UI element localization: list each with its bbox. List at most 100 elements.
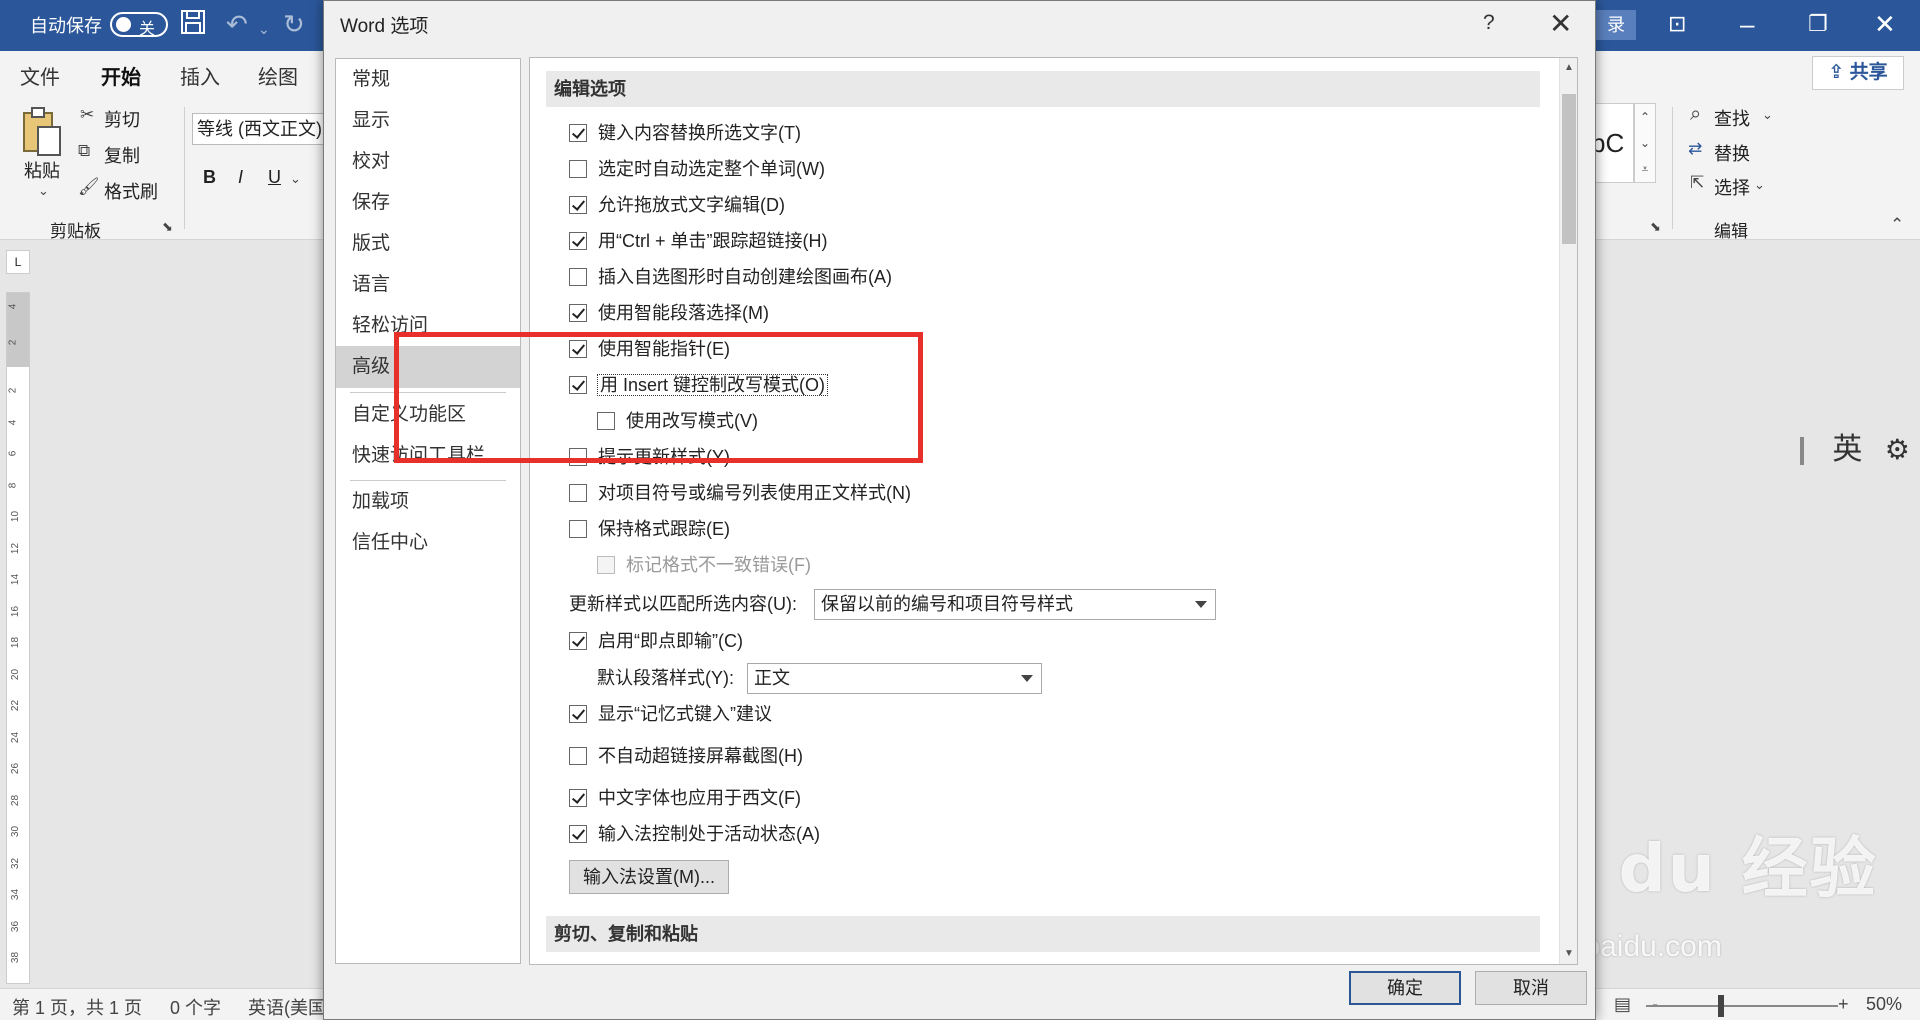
login-button[interactable]: 录 bbox=[1596, 10, 1636, 40]
format-painter-icon[interactable]: 🖌 bbox=[78, 177, 100, 197]
checkbox[interactable] bbox=[569, 340, 587, 358]
font-name-combo[interactable]: 等线 (西文正文) bbox=[192, 113, 324, 145]
underline-dropdown-icon[interactable]: ⌄ bbox=[290, 171, 301, 187]
checkbox[interactable] bbox=[569, 705, 587, 723]
ok-button[interactable]: 确定 bbox=[1349, 971, 1461, 1005]
checkbox[interactable] bbox=[569, 448, 587, 466]
option-keep-track-formatting[interactable]: 保持格式跟踪(E) bbox=[569, 515, 730, 543]
language-status[interactable]: 英语(美国 bbox=[248, 994, 326, 1020]
nav-item-typography[interactable]: 版式 bbox=[336, 223, 520, 265]
nav-item-save[interactable]: 保存 bbox=[336, 182, 520, 224]
tab-home[interactable]: 开始 bbox=[101, 61, 141, 98]
checkbox[interactable] bbox=[569, 160, 587, 178]
checkbox[interactable] bbox=[569, 747, 587, 765]
close-icon[interactable]: ✕ bbox=[1549, 7, 1572, 40]
option-insert-key-overtype[interactable]: 用 Insert 键控制改写模式(O) bbox=[569, 371, 829, 399]
options-scrollbar[interactable]: ▲ ▼ bbox=[1559, 58, 1577, 964]
option-normal-style-for-lists[interactable]: 对项目符号或编号列表使用正文样式(N) bbox=[569, 479, 911, 507]
checkbox[interactable] bbox=[569, 376, 587, 394]
select-dropdown-icon[interactable]: ⌄ bbox=[1754, 177, 1765, 193]
select-button[interactable]: 选择 bbox=[1714, 174, 1750, 200]
chevron-up-icon[interactable]: ⌃ bbox=[1635, 104, 1655, 130]
ribbon-display-icon[interactable]: ⊡ bbox=[1668, 9, 1686, 39]
undo-icon[interactable]: ↶ bbox=[226, 9, 248, 39]
nav-item-accessibility[interactable]: 轻松访问 bbox=[336, 305, 520, 347]
nav-item-language[interactable]: 语言 bbox=[336, 264, 520, 306]
checkbox[interactable] bbox=[569, 124, 587, 142]
copy-icon[interactable]: ⧉ bbox=[78, 141, 90, 161]
option-ime-control-active[interactable]: 输入法控制处于活动状态(A) bbox=[569, 820, 820, 848]
checkbox[interactable] bbox=[569, 632, 587, 650]
cancel-button[interactable]: 取消 bbox=[1475, 971, 1587, 1005]
option-auto-select-word[interactable]: 选定时自动选定整个单词(W) bbox=[569, 155, 825, 183]
checkbox[interactable] bbox=[569, 484, 587, 502]
replace-button[interactable]: 替换 bbox=[1714, 140, 1750, 166]
tab-insert[interactable]: 插入 bbox=[180, 61, 220, 90]
word-count[interactable]: 0 个字 bbox=[170, 994, 221, 1020]
checkbox[interactable] bbox=[569, 520, 587, 538]
checkbox[interactable] bbox=[569, 825, 587, 843]
share-button[interactable]: ⇪ 共享 bbox=[1812, 56, 1904, 90]
focus-mode-icon[interactable]: ▤ bbox=[1614, 994, 1631, 1015]
find-dropdown-icon[interactable]: ⌄ bbox=[1762, 107, 1773, 123]
collapse-ribbon-icon[interactable]: ⌃ bbox=[1890, 215, 1904, 235]
bold-button[interactable]: B bbox=[203, 167, 216, 188]
expand-gallery-icon[interactable]: ⩡ bbox=[1635, 156, 1655, 182]
checkbox[interactable] bbox=[569, 196, 587, 214]
option-use-overtype-mode[interactable]: 使用改写模式(V) bbox=[597, 407, 758, 435]
format-painter-button[interactable]: 格式刷 bbox=[104, 178, 158, 204]
checkbox[interactable] bbox=[569, 304, 587, 322]
nav-item-customize-ribbon[interactable]: 自定义功能区 bbox=[336, 394, 520, 436]
option-no-auto-hyperlink-screenshot[interactable]: 不自动超链接屏幕截图(H) bbox=[569, 742, 803, 770]
paste-dropdown-icon[interactable]: ⌄ bbox=[38, 183, 49, 199]
style-gallery-scroll[interactable]: ⌃ ⌄ ⩡ bbox=[1634, 103, 1656, 183]
option-drag-and-drop[interactable]: 允许拖放式文字编辑(D) bbox=[569, 191, 785, 219]
zoom-in-button[interactable]: + bbox=[1838, 994, 1849, 1015]
nav-item-display[interactable]: 显示 bbox=[336, 100, 520, 142]
option-auto-drawing-canvas[interactable]: 插入自选图形时自动创建绘图画布(A) bbox=[569, 263, 892, 291]
copy-button[interactable]: 复制 bbox=[104, 142, 140, 168]
option-show-autocomplete[interactable]: 显示“记忆式键入”建议 bbox=[569, 700, 772, 728]
italic-button[interactable]: I bbox=[238, 167, 243, 188]
update-style-select[interactable]: 保留以前的编号和项目符号样式 bbox=[814, 589, 1216, 620]
save-icon[interactable] bbox=[180, 9, 206, 41]
styles-launcher-icon[interactable]: ⬊ bbox=[1650, 219, 1661, 235]
option-typing-replaces-selection[interactable]: 键入内容替换所选文字(T) bbox=[569, 119, 801, 147]
zoom-level[interactable]: 50% bbox=[1866, 994, 1902, 1015]
scroll-up-icon[interactable]: ▲ bbox=[1560, 58, 1577, 78]
undo-dropdown-icon[interactable]: ⌄ bbox=[258, 14, 270, 44]
autosave-toggle[interactable]: 关 bbox=[110, 12, 168, 38]
default-paragraph-style-select[interactable]: 正文 bbox=[747, 663, 1042, 694]
select-arrow-icon[interactable]: ⇱ bbox=[1690, 173, 1704, 193]
tab-file[interactable]: 文件 bbox=[20, 61, 60, 90]
style-gallery[interactable]: bC bbox=[1590, 103, 1634, 183]
zoom-slider-thumb[interactable] bbox=[1718, 995, 1724, 1017]
find-icon[interactable]: ⌕ bbox=[1690, 103, 1701, 126]
paste-icon[interactable] bbox=[20, 105, 64, 162]
option-chinese-font-for-western[interactable]: 中文字体也应用于西文(F) bbox=[569, 784, 801, 812]
minimize-icon[interactable]: – bbox=[1740, 9, 1754, 39]
nav-item-addins[interactable]: 加载项 bbox=[336, 481, 520, 523]
option-smart-paragraph-selection[interactable]: 使用智能段落选择(M) bbox=[569, 299, 769, 327]
ime-grip[interactable] bbox=[1800, 437, 1804, 466]
gear-icon[interactable]: ⚙ bbox=[1885, 434, 1910, 465]
clipboard-launcher-icon[interactable]: ⬊ bbox=[162, 219, 173, 235]
scroll-down-icon[interactable]: ▼ bbox=[1560, 944, 1577, 964]
window-close-icon[interactable]: ✕ bbox=[1874, 9, 1896, 39]
tab-selector[interactable]: L bbox=[6, 250, 30, 274]
zoom-slider[interactable] bbox=[1646, 1005, 1838, 1007]
option-click-and-type[interactable]: 启用“即点即输”(C) bbox=[569, 627, 743, 655]
ime-settings-button[interactable]: 输入法设置(M)... bbox=[569, 860, 729, 894]
find-button[interactable]: 查找 bbox=[1714, 105, 1750, 131]
chevron-down-icon[interactable]: ⌄ bbox=[1635, 130, 1655, 156]
nav-item-general[interactable]: 常规 bbox=[336, 59, 520, 101]
ime-language-indicator[interactable]: 英 bbox=[1832, 433, 1862, 466]
replace-icon[interactable]: ⇄ bbox=[1688, 139, 1702, 159]
cut-icon[interactable]: ✂ bbox=[80, 105, 94, 125]
option-smart-cursoring[interactable]: 使用智能指针(E) bbox=[569, 335, 730, 363]
nav-item-advanced[interactable]: 高级 bbox=[336, 346, 520, 388]
page-count[interactable]: 第 1 页，共 1 页 bbox=[12, 994, 142, 1020]
nav-item-proofing[interactable]: 校对 bbox=[336, 141, 520, 183]
scrollbar-thumb[interactable] bbox=[1562, 94, 1576, 244]
redo-icon[interactable]: ↻ bbox=[283, 9, 305, 39]
